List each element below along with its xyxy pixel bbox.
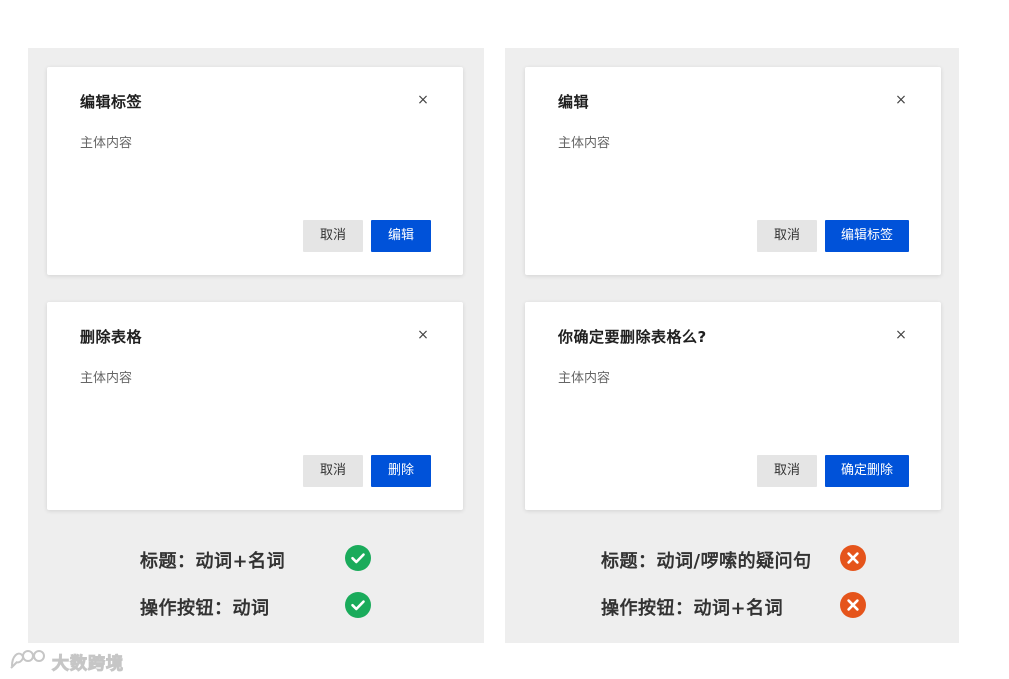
edit-tag-button[interactable]: 编辑标签 bbox=[824, 220, 909, 252]
dialog-title: 编辑 bbox=[558, 93, 590, 111]
dialog-title: 删除表格 bbox=[80, 328, 143, 346]
dialog-footer: 取消 确定删除 bbox=[756, 455, 909, 487]
cancel-button[interactable]: 取消 bbox=[303, 455, 363, 487]
dialog-confirm-delete: 你确定要删除表格么? × 主体内容 取消 确定删除 bbox=[525, 302, 941, 510]
cross-icon bbox=[840, 592, 866, 618]
delete-button[interactable]: 删除 bbox=[371, 455, 431, 487]
dialog-body: 主体内容 bbox=[558, 371, 611, 386]
rule-title-text: 标题：动词/啰嗦的疑问句 bbox=[601, 551, 812, 572]
comparison-illustration: 编辑标签 × 主体内容 取消 编辑 删除表格 × 主体内容 取消 删除 标题：动… bbox=[0, 0, 1009, 679]
watermark-text: 大数跨境 bbox=[52, 653, 124, 674]
close-icon[interactable]: × bbox=[417, 328, 429, 342]
dialog-delete-table: 删除表格 × 主体内容 取消 删除 bbox=[47, 302, 463, 510]
logo-icon bbox=[8, 646, 46, 676]
dialog-footer: 取消 编辑 bbox=[303, 220, 431, 252]
panel-good-examples: 编辑标签 × 主体内容 取消 编辑 删除表格 × 主体内容 取消 删除 标题：动… bbox=[28, 48, 484, 643]
cancel-button[interactable]: 取消 bbox=[303, 220, 363, 252]
check-icon bbox=[345, 545, 371, 571]
dialog-body: 主体内容 bbox=[80, 371, 133, 386]
panel-bad-examples: 编辑 × 主体内容 取消 编辑标签 你确定要删除表格么? × 主体内容 取消 确… bbox=[505, 48, 959, 643]
dialog-title: 编辑标签 bbox=[80, 93, 143, 111]
close-icon[interactable]: × bbox=[417, 93, 429, 107]
check-icon bbox=[345, 592, 371, 618]
close-icon[interactable]: × bbox=[895, 93, 907, 107]
dialog-footer: 取消 删除 bbox=[303, 455, 431, 487]
rule-button-text: 操作按钮：动词+名词 bbox=[601, 598, 784, 619]
confirm-delete-button[interactable]: 确定删除 bbox=[824, 455, 909, 487]
watermark: 大数跨境 bbox=[8, 646, 124, 676]
dialog-edit-tag: 编辑标签 × 主体内容 取消 编辑 bbox=[47, 67, 463, 275]
dialog-body: 主体内容 bbox=[558, 136, 611, 151]
dialog-title: 你确定要删除表格么? bbox=[558, 328, 707, 346]
dialog-footer: 取消 编辑标签 bbox=[756, 220, 909, 252]
rule-title-text: 标题：动词+名词 bbox=[140, 551, 286, 572]
dialog-edit: 编辑 × 主体内容 取消 编辑标签 bbox=[525, 67, 941, 275]
cross-icon bbox=[840, 545, 866, 571]
edit-button[interactable]: 编辑 bbox=[371, 220, 431, 252]
rule-button-text: 操作按钮：动词 bbox=[140, 598, 270, 619]
cancel-button[interactable]: 取消 bbox=[756, 455, 817, 487]
dialog-body: 主体内容 bbox=[80, 136, 133, 151]
cancel-button[interactable]: 取消 bbox=[756, 220, 817, 252]
close-icon[interactable]: × bbox=[895, 328, 907, 342]
